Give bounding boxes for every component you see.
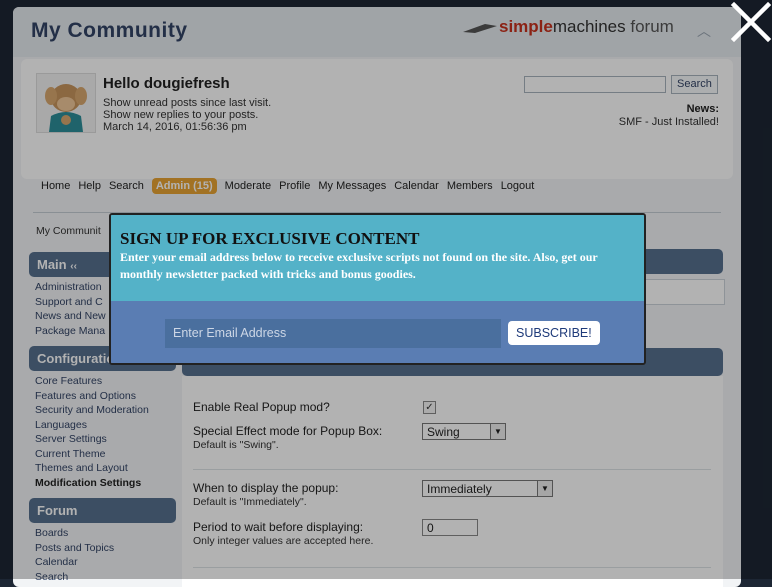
popup-header: SIGN UP FOR EXCLUSIVE CONTENT Enter your… (111, 215, 644, 301)
email-field[interactable]: Enter Email Address (165, 319, 501, 348)
subscribe-button[interactable]: SUBSCRIBE! (508, 321, 600, 345)
signup-popup: SIGN UP FOR EXCLUSIVE CONTENT Enter your… (109, 213, 646, 365)
popup-form: Enter Email Address SUBSCRIBE! (111, 301, 644, 363)
popup-title: SIGN UP FOR EXCLUSIVE CONTENT (120, 229, 420, 248)
popup-description: Enter your email address below to receiv… (120, 250, 598, 281)
close-icon[interactable] (730, 1, 772, 43)
